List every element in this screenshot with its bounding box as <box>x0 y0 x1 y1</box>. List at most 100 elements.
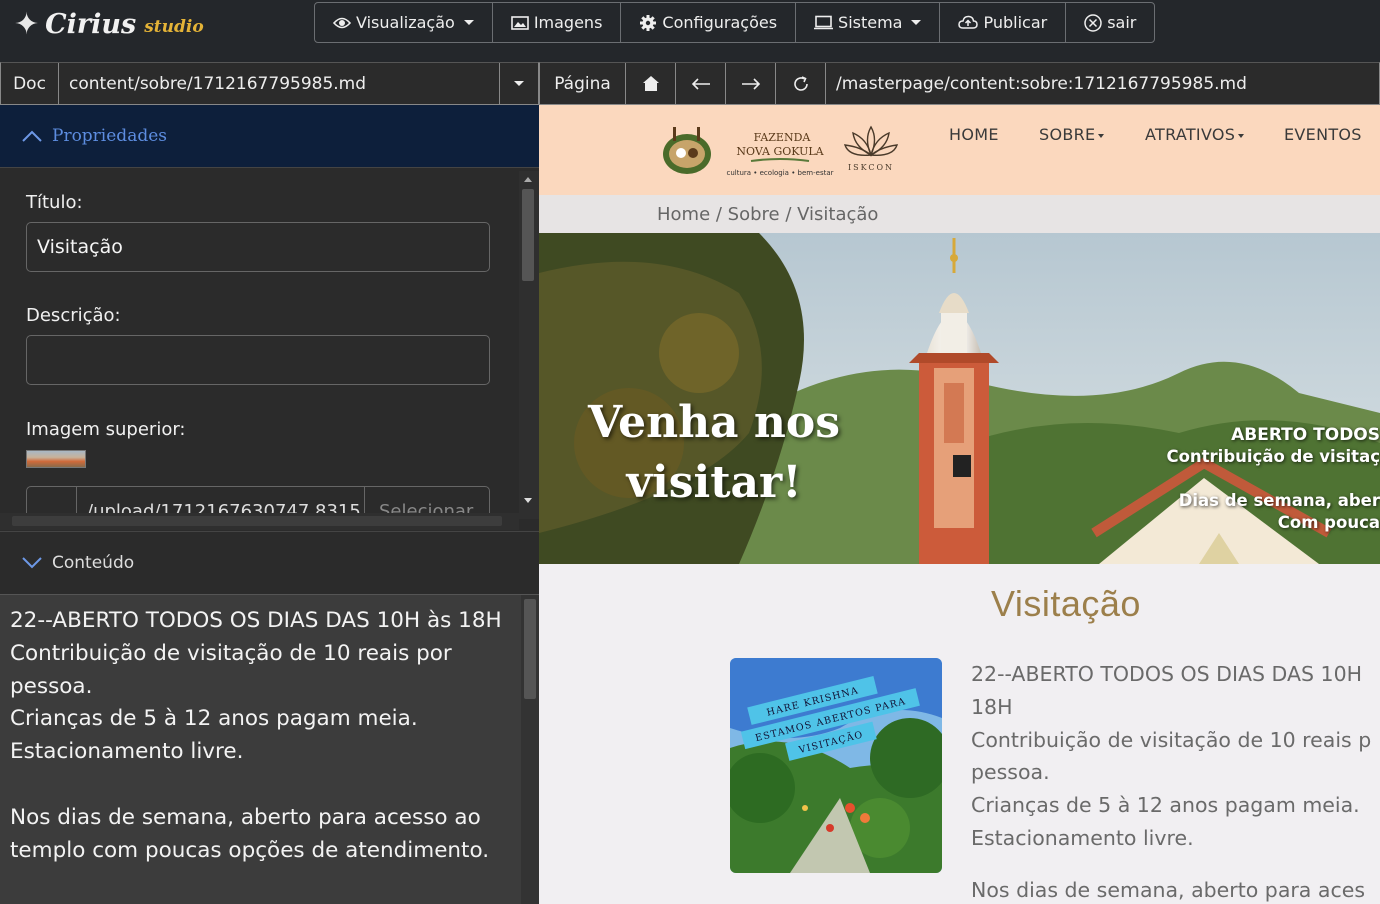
site-nav-atrativos[interactable]: ATRATIVOS <box>1145 125 1245 144</box>
page-label: Página <box>540 63 626 104</box>
logo-tagline: cultura • ecologia • bem-estar <box>726 169 833 177</box>
editor-line: Nos dias de semana, aberto para acesso a… <box>10 804 481 830</box>
hscrollbar-thumb[interactable] <box>12 516 502 526</box>
image-thumbnail[interactable] <box>26 450 86 468</box>
title-input[interactable]: Visitação <box>26 222 490 272</box>
hero-banner: Venha nos visitar! ABERTO TODOS Contribu… <box>539 233 1380 564</box>
content-title: Conteúdo <box>52 553 135 573</box>
page-preview: FAZENDA NOVA GOKULA cultura • ecologia •… <box>539 105 1380 904</box>
description-input[interactable] <box>26 335 490 385</box>
menu-imagens-label: Imagens <box>533 13 603 32</box>
menu-publicar[interactable]: Publicar <box>940 3 1067 42</box>
chevron-down-icon <box>22 557 42 569</box>
site-logo[interactable]: FAZENDA NOVA GOKULA cultura • ecologia •… <box>659 121 899 183</box>
site-nav-sobre[interactable]: SOBRE <box>1039 125 1105 144</box>
menu-imagens[interactable]: Imagens <box>493 3 622 42</box>
hero-text-line-1: ABERTO TODOS <box>1231 425 1380 445</box>
paragraph-line: Nos dias de semana, aberto para aces <box>971 877 1366 902</box>
lotus-icon <box>843 125 899 157</box>
menu-configuracoes[interactable]: Configurações <box>621 3 797 42</box>
monitor-icon <box>814 15 834 30</box>
breadcrumb: Home / Sobre / Visitação <box>539 195 1380 233</box>
content-paragraph: 22--ABERTO TODOS OS DIAS DAS 10H 18H Contr… <box>971 658 1380 904</box>
menu-sistema[interactable]: Sistema <box>796 3 941 42</box>
properties-title: Propriedades <box>52 126 167 146</box>
paragraph-line: 22--ABERTO TODOS OS DIAS DAS 10H <box>971 662 1363 686</box>
content-editor[interactable]: 22--ABERTO TODOS OS DIAS DAS 10H às 18H C… <box>0 595 539 904</box>
editor-line: Contribuição de visitação de 10 reais po… <box>10 640 452 699</box>
logo-org: ISKCON <box>848 163 894 172</box>
site-nav-home[interactable]: HOME <box>949 125 999 144</box>
scroll-down-arrow[interactable] <box>524 498 532 503</box>
app-brand-sub: studio <box>144 17 204 37</box>
editor-line: 22--ABERTO TODOS OS DIAS DAS 10H às 18H <box>10 608 502 633</box>
image-icon <box>511 15 529 30</box>
menu-sair[interactable]: sair <box>1066 3 1154 42</box>
image-label: Imagem superior: <box>26 419 186 440</box>
caret-down-icon <box>911 20 922 25</box>
editor-scrollbar[interactable] <box>521 595 539 904</box>
menu-configuracoes-label: Configurações <box>662 13 778 32</box>
menu-publicar-label: Publicar <box>983 13 1048 32</box>
paragraph-line: Crianças de 5 à 12 anos pagam meia. <box>971 793 1360 818</box>
hero-title: Venha nos visitar! <box>579 393 849 513</box>
arrow-right-icon <box>741 77 760 90</box>
title-label: Título: <box>26 192 83 213</box>
caret-down-icon <box>1098 133 1105 138</box>
main-menu: Visualização Imagens Configurações Siste… <box>314 2 1156 43</box>
menu-visualizacao-label: Visualização <box>356 13 455 32</box>
menu-sistema-label: Sistema <box>838 13 903 32</box>
arrow-left-icon <box>691 77 710 90</box>
cloud-upload-icon <box>958 15 979 29</box>
doc-dropdown-button[interactable] <box>500 63 538 104</box>
doc-path-field[interactable]: content/sobre/1712167795985.md <box>59 63 500 104</box>
back-button[interactable] <box>676 63 726 104</box>
doc-label: Doc <box>1 63 59 104</box>
paragraph-line: Contribuição de visitação de 10 reais p <box>971 727 1372 752</box>
site-nav-eventos-label: EVENTOS <box>1284 125 1362 144</box>
menu-sair-label: sair <box>1107 13 1137 32</box>
properties-body: Título: Visitação Descrição: Imagem supe… <box>0 168 539 530</box>
paragraph-line: Estacionamento livre. <box>971 825 1194 850</box>
app-logo: ✦ Cirius studio <box>14 6 204 42</box>
menu-visualizacao[interactable]: Visualização <box>315 3 493 42</box>
paragraph-line <box>971 855 1380 874</box>
caret-down-icon <box>463 20 474 25</box>
reload-button[interactable] <box>776 63 826 104</box>
scrollbar-thumb[interactable] <box>524 599 536 699</box>
close-circle-icon <box>1084 13 1102 32</box>
site-nav-home-label: HOME <box>949 125 999 144</box>
hero-text-line-2: Contribuição de visitaç <box>1166 447 1380 466</box>
forward-button[interactable] <box>726 63 776 104</box>
site-nav-atrativos-label: ATRATIVOS <box>1145 125 1236 144</box>
deity-emblem-icon <box>663 127 711 174</box>
scrollbar-thumb[interactable] <box>522 189 534 281</box>
doc-bar: Doc content/sobre/1712167795985.md <box>0 62 539 105</box>
site-header: FAZENDA NOVA GOKULA cultura • ecologia •… <box>539 105 1380 195</box>
site-nav-eventos[interactable]: EVENTOS <box>1284 125 1362 144</box>
properties-hscrollbar[interactable] <box>0 513 519 530</box>
page-bar: Página /masterpage/content:sobre:1712167… <box>539 62 1380 105</box>
home-icon <box>642 76 659 91</box>
logo-name: FAZENDA <box>754 131 812 144</box>
editor-panel: Propriedades Título: Visitação Descrição… <box>0 105 539 904</box>
logo-name-2: NOVA GOKULA <box>736 145 824 158</box>
paragraph-line: 18H <box>971 694 1013 719</box>
caret-down-icon <box>514 81 524 86</box>
home-button[interactable] <box>626 63 676 104</box>
app-brand: Cirius <box>45 8 137 40</box>
paragraph-line: pessoa. <box>971 760 1050 785</box>
scroll-up-arrow[interactable] <box>524 177 532 182</box>
page-url-field[interactable]: /masterpage/content:sobre:1712167795985.… <box>826 63 1379 104</box>
hero-text-line-3: Dias de semana, aber <box>1178 491 1380 510</box>
site-nav-sobre-label: SOBRE <box>1039 125 1096 144</box>
top-bar: ✦ Cirius studio Visualização Imagens Con… <box>0 0 1380 62</box>
hero-title-line-1: Venha nos <box>587 397 840 448</box>
content-header[interactable]: Conteúdo <box>0 531 539 595</box>
hero-text-line-4: Com pouca <box>1277 513 1380 532</box>
sparkle-icon: ✦ <box>14 6 40 42</box>
properties-scrollbar[interactable] <box>519 171 539 519</box>
content-photo[interactable]: HARE KRISHNA ESTAMOS ABERTOS PARA VISITA… <box>730 658 942 873</box>
properties-header[interactable]: Propriedades <box>0 105 539 168</box>
